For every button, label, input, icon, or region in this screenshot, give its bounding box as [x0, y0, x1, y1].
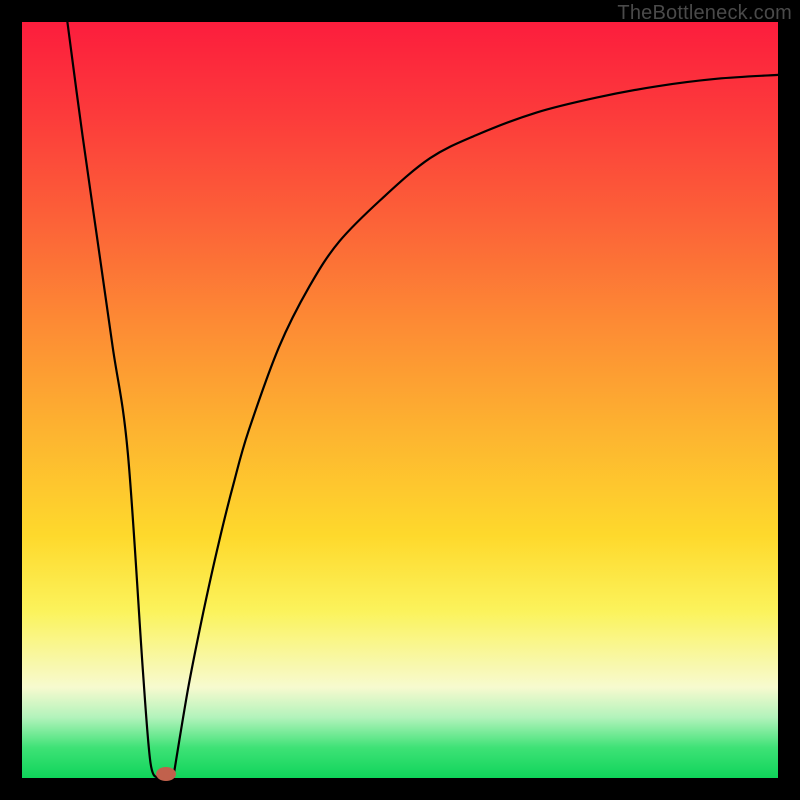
chart-frame: TheBottleneck.com: [0, 0, 800, 800]
minimum-marker: [156, 767, 176, 781]
curve-svg: [22, 22, 778, 778]
curve-left-branch: [67, 22, 158, 778]
watermark-text: TheBottleneck.com: [617, 2, 792, 25]
curve-right-branch: [173, 75, 778, 778]
